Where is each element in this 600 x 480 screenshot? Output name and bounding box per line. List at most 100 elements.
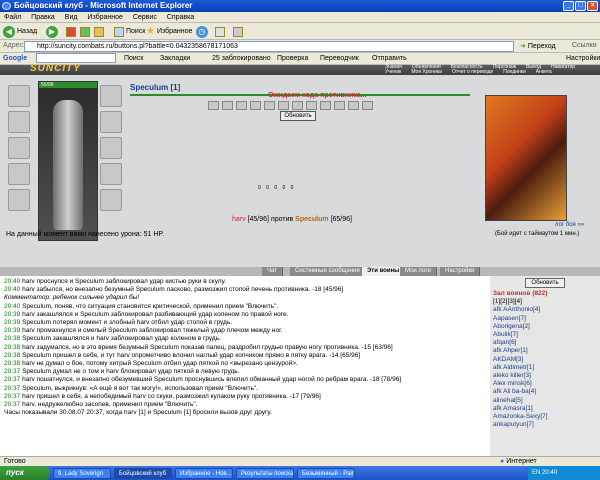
player-entry[interactable]: alinehal[5]: [493, 397, 597, 405]
refresh-button[interactable]: [80, 25, 90, 38]
nav-transfer[interactable]: Отчет о переводе: [447, 70, 498, 75]
renew-button[interactable]: Обновить: [280, 111, 316, 121]
player-entry[interactable]: afk Aldimetr[1]: [493, 364, 597, 372]
language-indicator[interactable]: EN: [532, 470, 540, 476]
suncity-logo: SUNCITY: [30, 63, 81, 74]
chat-text: Speculum закашлялся и harv заблокировал …: [22, 335, 221, 343]
player-entry[interactable]: afk Ali ba-ba[4]: [493, 388, 597, 396]
equip-slot[interactable]: [8, 85, 30, 107]
equip-slot[interactable]: [100, 189, 122, 211]
menu-edit[interactable]: Правка: [27, 12, 59, 23]
forward-button[interactable]: ▶: [46, 25, 58, 38]
equip-slot[interactable]: [100, 137, 122, 159]
nav-chronicle[interactable]: Моя Хроника: [406, 70, 447, 75]
print-button[interactable]: [233, 25, 243, 38]
player-entry[interactable]: Amazonka-Sexy[7]: [493, 413, 597, 421]
hall-header: Зал воинов (822): [493, 290, 548, 297]
tab-chat[interactable]: Чат: [262, 267, 283, 276]
go-button[interactable]: ➜ Переход: [520, 41, 556, 52]
back-button[interactable]: ◀ Назад: [3, 25, 37, 38]
equip-slot[interactable]: [8, 163, 30, 185]
update-button[interactable]: Обновить: [525, 278, 565, 288]
home-button[interactable]: [94, 25, 104, 38]
chat-tabs: Чат Системные сообщения Эти воины Мои ло…: [0, 267, 600, 276]
minimize-button[interactable]: _: [563, 1, 574, 11]
stop-button[interactable]: [66, 25, 76, 38]
mail-button[interactable]: [215, 25, 225, 38]
equip-slot[interactable]: [100, 163, 122, 185]
tab-warriors[interactable]: Эти воины: [362, 267, 406, 276]
menu-help[interactable]: Справка: [163, 12, 198, 23]
player-entry[interactable]: Alex minsk[6]: [493, 380, 597, 388]
slot[interactable]: [278, 101, 289, 110]
chat-text: Speculum потерял момент и злобный harv о…: [22, 319, 233, 327]
player-entry[interactable]: AKDAM[3]: [493, 356, 597, 364]
slot[interactable]: [362, 101, 373, 110]
menu-tools[interactable]: Сервис: [129, 12, 161, 23]
battle-log-link[interactable]: лог боя »»: [555, 222, 584, 228]
google-search-input[interactable]: [36, 53, 116, 63]
enemy-name[interactable]: Speculum [1]: [130, 83, 180, 92]
player-entry[interactable]: ankaputyun[7]: [493, 421, 597, 429]
chat-time: 20:39: [4, 310, 21, 318]
tab-settings[interactable]: Настройки: [440, 267, 481, 276]
tab-mylogs[interactable]: Мои логи: [400, 267, 437, 276]
bookmarks-button[interactable]: Закладки: [160, 53, 190, 65]
slot[interactable]: [306, 101, 317, 110]
taskbar-item[interactable]: Результаты поиска: [236, 467, 294, 479]
equipment-left: [8, 85, 34, 235]
player-link[interactable]: harv: [232, 216, 246, 223]
menu-file[interactable]: Файл: [0, 12, 25, 23]
player-entry[interactable]: aleko killer[3]: [493, 372, 597, 380]
ie-icon: [2, 2, 11, 10]
player-entry[interactable]: afk Ahper[1]: [493, 347, 597, 355]
slot[interactable]: [334, 101, 345, 110]
nav-student[interactable]: Ученик: [380, 70, 406, 75]
player-entry[interactable]: afk Amasra[1]: [493, 405, 597, 413]
equip-slot[interactable]: [100, 111, 122, 133]
spellcheck-button[interactable]: Проверка: [277, 53, 308, 65]
timeout-text: (Бой идет с таймаутом 1 мин.): [495, 231, 580, 237]
menu-favorites[interactable]: Избранное: [83, 12, 126, 23]
player-entry[interactable]: Aborigena[2]: [493, 323, 597, 331]
maximize-button[interactable]: □: [575, 1, 586, 11]
slot[interactable]: [320, 101, 331, 110]
player-entry[interactable]: Abulik[7]: [493, 331, 597, 339]
slot[interactable]: [292, 101, 303, 110]
slot[interactable]: [236, 101, 247, 110]
links-button[interactable]: Ссылки: [572, 42, 597, 49]
taskbar-item[interactable]: Безымянный - Paint: [297, 467, 355, 479]
nav-profile[interactable]: Анкета: [531, 70, 557, 75]
player-entry[interactable]: Aapasen[7]: [493, 315, 597, 323]
history-button[interactable]: ◷: [196, 25, 208, 38]
equip-slot[interactable]: [100, 85, 122, 107]
slot[interactable]: [348, 101, 359, 110]
url-input[interactable]: http://suncity.combats.ru/buttons.pl?bat…: [24, 41, 514, 52]
search-button[interactable]: Поиск: [114, 25, 145, 38]
nav-duels[interactable]: Поединки: [498, 70, 531, 75]
slot[interactable]: [250, 101, 261, 110]
taskbar-item[interactable]: Избранное - Нов...: [175, 467, 233, 479]
slot[interactable]: [222, 101, 233, 110]
google-search-button[interactable]: Поиск: [124, 53, 143, 65]
translate-button[interactable]: Переводчик: [320, 53, 359, 65]
equip-slot[interactable]: [8, 111, 30, 133]
menu-bar: Файл Правка Вид Избранное Сервис Справка: [0, 12, 600, 23]
tab-system[interactable]: Системные сообщения: [290, 267, 366, 276]
slot[interactable]: [208, 101, 219, 110]
player-entry[interactable]: afqan[6]: [493, 339, 597, 347]
start-button[interactable]: пуск: [0, 466, 50, 480]
print-icon: [233, 26, 243, 37]
player-entry[interactable]: afk AAnthonio[4]: [493, 306, 597, 314]
taskbar-item[interactable]: 9. Lady Soverign: [53, 467, 111, 479]
equip-slot[interactable]: [8, 189, 30, 211]
page-links[interactable]: [1][2][3][4]: [493, 298, 597, 306]
equip-slot[interactable]: [8, 137, 30, 159]
popup-blocked[interactable]: 25 заблокировано: [212, 53, 271, 65]
slot[interactable]: [264, 101, 275, 110]
enemy-link[interactable]: Speculum: [295, 216, 328, 223]
favorites-button[interactable]: ★ Избранное: [146, 25, 192, 38]
menu-view[interactable]: Вид: [61, 12, 82, 23]
close-button[interactable]: ×: [587, 1, 598, 11]
taskbar-item[interactable]: Бойцовский клуб: [114, 467, 172, 479]
